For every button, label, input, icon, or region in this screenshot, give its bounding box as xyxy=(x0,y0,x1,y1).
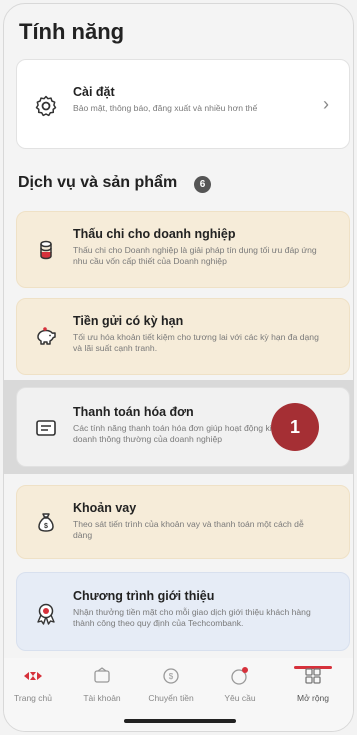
nav-label: Yêu cầu xyxy=(224,693,256,703)
service-description: Nhận thưởng tiền mặt cho mỗi giao dịch g… xyxy=(73,607,311,628)
section-title: Dịch vụ và sản phẩm xyxy=(18,174,178,191)
step-marker: 1 xyxy=(271,403,319,451)
app-screen: Tính năng Cài đặt Bảo mật, thông báo, đă… xyxy=(3,3,354,732)
service-title: Tiền gửi có kỳ hạn xyxy=(73,314,184,328)
service-title: Thấu chi cho doanh nghiệp xyxy=(73,227,236,241)
page-title: Tính năng xyxy=(19,19,125,44)
grid-icon xyxy=(302,666,324,686)
settings-description: Bảo mật, thông báo, đăng xuất và nhiều h… xyxy=(73,103,258,113)
money-bag-icon: $ xyxy=(34,511,58,535)
bill-icon xyxy=(34,416,58,440)
request-icon xyxy=(229,666,251,686)
service-card-loan[interactable]: $ Khoản vay Theo sát tiến trình của khoả… xyxy=(16,485,350,559)
service-card-referral[interactable]: Chương trình giới thiệu Nhận thưởng tiền… xyxy=(16,572,350,651)
nav-item-request[interactable]: Yêu cầu xyxy=(205,666,275,703)
service-card-term-deposit[interactable]: Tiền gửi có kỳ hạn Tối ưu hóa khoản tiết… xyxy=(16,298,350,375)
service-description: Thấu chi cho Doanh nghiệp là giải pháp t… xyxy=(73,245,317,266)
transfer-icon: $ xyxy=(160,666,182,686)
home-logo-icon xyxy=(22,666,44,686)
service-title: Khoản vay xyxy=(73,501,137,515)
piggy-bank-icon xyxy=(34,325,58,349)
award-icon xyxy=(34,601,58,625)
nav-item-more[interactable]: Mở rộng xyxy=(278,666,348,703)
svg-text:$: $ xyxy=(169,672,174,681)
settings-card[interactable]: Cài đặt Bảo mật, thông báo, đăng xuất và… xyxy=(16,59,350,149)
wallet-icon xyxy=(91,666,113,686)
nav-item-home[interactable]: Trang chủ xyxy=(4,666,68,703)
service-title: Chương trình giới thiệu xyxy=(73,589,215,603)
gear-icon xyxy=(34,94,58,118)
chevron-right-icon: › xyxy=(323,94,329,114)
nav-item-account[interactable]: Tài khoản xyxy=(67,666,137,703)
service-card-overdraft[interactable]: Thấu chi cho doanh nghiệp Thấu chi cho D… xyxy=(16,211,350,288)
nav-label: Trang chủ xyxy=(14,693,52,703)
service-description: Tối ưu hóa khoản tiết kiệm cho tương lai… xyxy=(73,332,319,353)
service-description: Các tính năng thanh toán hóa đơn giúp ho… xyxy=(73,423,282,444)
nav-label: Mở rộng xyxy=(296,693,330,703)
settings-title: Cài đặt xyxy=(73,85,115,99)
nav-label: Chuyển tiền xyxy=(148,693,194,703)
svg-text:$: $ xyxy=(44,523,48,530)
count-badge: 6 xyxy=(194,176,211,193)
coin-stack-icon xyxy=(34,238,58,262)
nav-label: Tài khoản xyxy=(83,693,121,703)
home-indicator xyxy=(124,719,236,723)
service-title: Thanh toán hóa đơn xyxy=(73,405,194,419)
service-description: Theo sát tiến trình của khoản vay và tha… xyxy=(73,519,304,540)
nav-item-transfer[interactable]: $ Chuyển tiền xyxy=(136,666,206,703)
